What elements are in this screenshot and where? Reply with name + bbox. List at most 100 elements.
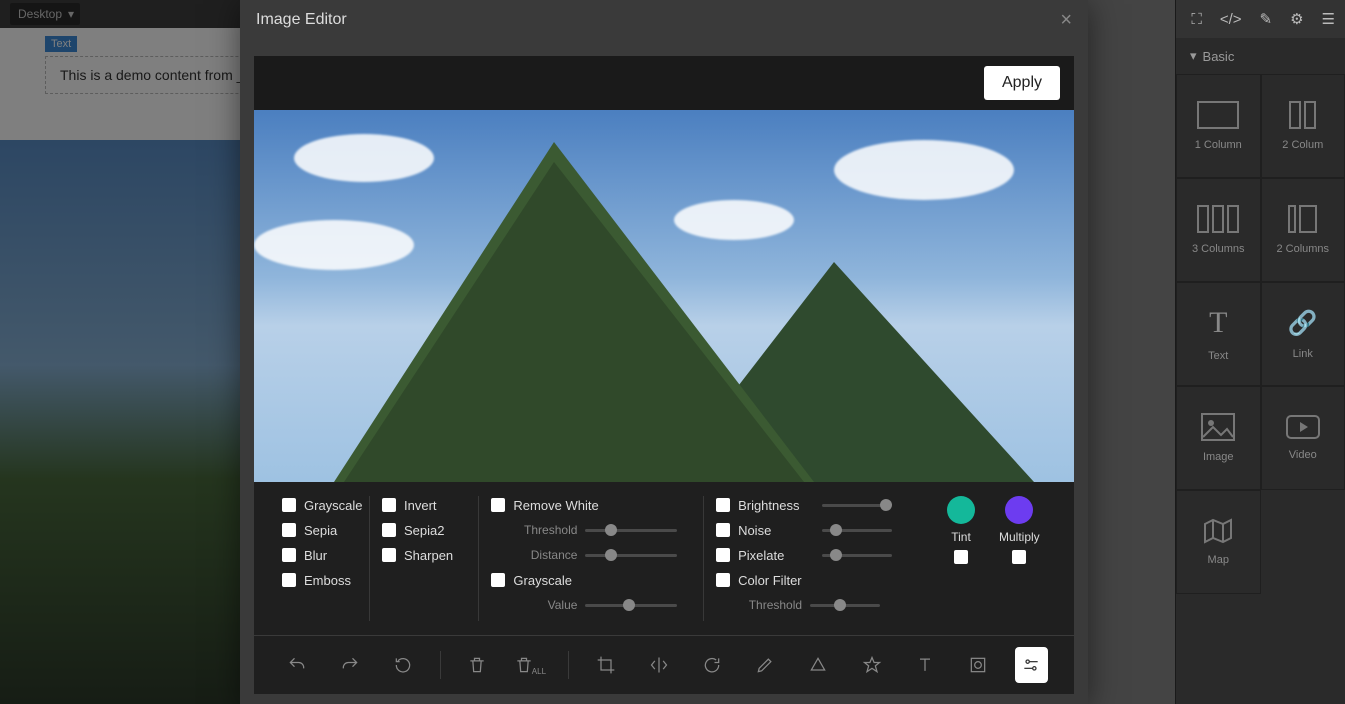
modal-header: Image Editor ×: [240, 0, 1088, 40]
rail-top-icons: ⛶ </> ✎ ⚙ ☰: [1176, 0, 1345, 38]
draw-button[interactable]: [749, 647, 782, 683]
crop-button[interactable]: [589, 647, 622, 683]
filter-label: Remove White: [513, 498, 598, 513]
multiply-swatch[interactable]: [1005, 496, 1033, 524]
block-label: Text: [1208, 350, 1228, 362]
slider-threshold[interactable]: [585, 523, 677, 537]
slider-noise[interactable]: [822, 523, 892, 537]
delete-button[interactable]: [461, 647, 494, 683]
filter-label: Brightness: [738, 498, 814, 513]
menu-icon[interactable]: ☰: [1322, 10, 1335, 28]
editor-toolbar: ALL: [254, 636, 1074, 694]
filter-label: Color Filter: [738, 573, 802, 588]
redo-button[interactable]: [333, 647, 366, 683]
block-image[interactable]: Image: [1176, 386, 1261, 490]
block-label: 2 Columns: [1276, 243, 1329, 255]
block-1-column[interactable]: 1 Column: [1176, 74, 1261, 178]
block-label: Image: [1203, 451, 1234, 463]
filter-col-1: Grayscale Sepia Blur Emboss: [270, 496, 370, 621]
checkbox-remove-white[interactable]: [491, 498, 505, 512]
block-label: 3 Columns: [1192, 243, 1245, 255]
block-label: 1 Column: [1195, 139, 1242, 151]
modal-title: Image Editor: [256, 11, 347, 29]
undo-button[interactable]: [280, 647, 313, 683]
sidebar-section-basic[interactable]: ▾ Basic: [1176, 38, 1345, 74]
checkbox-color-filter[interactable]: [716, 573, 730, 587]
checkbox-noise[interactable]: [716, 523, 730, 537]
slider-label: Distance: [515, 548, 577, 562]
columns-icon: [1197, 205, 1239, 233]
code-icon[interactable]: </>: [1220, 11, 1242, 28]
checkbox-grayscale-2[interactable]: [491, 573, 505, 587]
checkbox-sepia[interactable]: [282, 523, 296, 537]
text-icon: T: [1209, 306, 1227, 340]
tint-swatch[interactable]: [947, 496, 975, 524]
columns-icon: [1289, 101, 1316, 129]
checkbox-tint[interactable]: [954, 550, 968, 564]
column-icon: [1197, 101, 1239, 129]
checkbox-grayscale[interactable]: [282, 498, 296, 512]
cloud-shape: [834, 140, 1014, 200]
filter-col-4: Brightness Noise Pixelate Color Filter T…: [704, 496, 929, 621]
flip-button[interactable]: [642, 647, 675, 683]
icon-button[interactable]: [855, 647, 888, 683]
reset-button[interactable]: [386, 647, 419, 683]
block-3-columns[interactable]: 3 Columns: [1176, 178, 1261, 282]
filter-button[interactable]: [1015, 647, 1048, 683]
image-preview[interactable]: [254, 110, 1074, 482]
slider-brightness[interactable]: [822, 498, 892, 512]
block-label: Link: [1293, 348, 1313, 360]
block-label: Video: [1289, 449, 1317, 461]
separator: [568, 651, 569, 679]
fullscreen-icon[interactable]: ⛶: [1191, 11, 1202, 28]
checkbox-emboss[interactable]: [282, 573, 296, 587]
filter-col-colors: Tint Multiply: [929, 496, 1058, 621]
shape-button[interactable]: [802, 647, 835, 683]
mountain-shape: [344, 162, 804, 482]
filters-panel: Grayscale Sepia Blur Emboss Invert Sepia…: [254, 482, 1074, 635]
apply-button[interactable]: Apply: [984, 66, 1060, 100]
block-2-columns-b[interactable]: 2 Columns: [1261, 178, 1345, 282]
filter-label: Grayscale: [513, 573, 572, 588]
slider-cf-threshold[interactable]: [810, 598, 880, 612]
filter-label: Invert: [404, 498, 437, 513]
filter-label: Grayscale: [304, 498, 363, 513]
block-text[interactable]: T Text: [1176, 282, 1261, 386]
block-2-column[interactable]: 2 Colum: [1261, 74, 1345, 178]
slider-label: Threshold: [740, 598, 802, 612]
checkbox-brightness[interactable]: [716, 498, 730, 512]
all-label: ALL: [532, 667, 546, 676]
multiply-label: Multiply: [999, 530, 1040, 544]
section-label: Basic: [1203, 49, 1235, 64]
delete-all-button[interactable]: ALL: [514, 647, 548, 683]
slider-pixelate[interactable]: [822, 548, 892, 562]
tint-control: Tint: [947, 496, 975, 621]
filter-label: Pixelate: [738, 548, 814, 563]
slider-distance[interactable]: [585, 548, 677, 562]
block-map[interactable]: Map: [1176, 490, 1261, 594]
checkbox-blur[interactable]: [282, 548, 296, 562]
block-label: 2 Colum: [1282, 139, 1323, 151]
checkbox-invert[interactable]: [382, 498, 396, 512]
slider-value[interactable]: [585, 598, 677, 612]
checkbox-sepia2[interactable]: [382, 523, 396, 537]
filter-label: Sharpen: [404, 548, 453, 563]
slider-label: Value: [515, 598, 577, 612]
right-sidebar: ⛶ </> ✎ ⚙ ☰ ▾ Basic 1 Column 2 Colum 3 C…: [1175, 0, 1345, 704]
filter-label: Sepia: [304, 523, 337, 538]
checkbox-multiply[interactable]: [1012, 550, 1026, 564]
close-icon[interactable]: ×: [1060, 9, 1072, 32]
checkbox-pixelate[interactable]: [716, 548, 730, 562]
mask-button[interactable]: [961, 647, 994, 683]
block-video[interactable]: Video: [1261, 386, 1345, 490]
filter-col-2: Invert Sepia2 Sharpen: [370, 496, 479, 621]
slider-label: Threshold: [515, 523, 577, 537]
block-link[interactable]: 🔗 Link: [1261, 282, 1345, 386]
rotate-button[interactable]: [695, 647, 728, 683]
text-button[interactable]: [908, 647, 941, 683]
checkbox-sharpen[interactable]: [382, 548, 396, 562]
separator: [440, 651, 441, 679]
brush-icon[interactable]: ✎: [1260, 10, 1273, 28]
gear-icon[interactable]: ⚙: [1290, 10, 1303, 28]
multiply-control: Multiply: [999, 496, 1040, 621]
